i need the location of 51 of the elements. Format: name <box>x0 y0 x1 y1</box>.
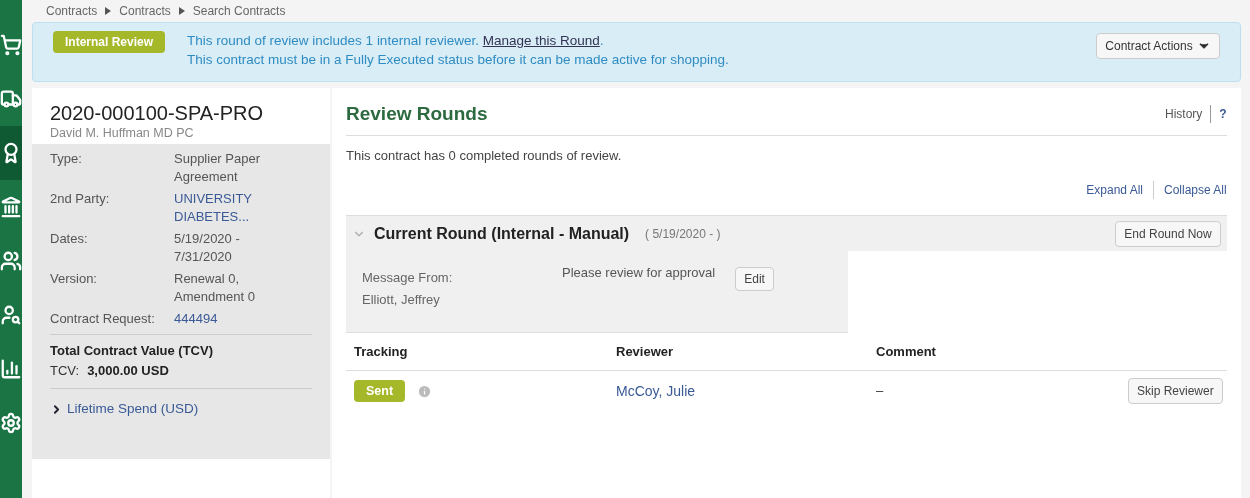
settings-icon <box>0 412 22 434</box>
round-title: Current Round (Internal - Manual) <box>374 223 630 244</box>
section-title: Review Rounds <box>346 102 489 126</box>
field-value: Renewal 0, Amendment 0 <box>174 270 256 306</box>
bank-icon <box>0 196 22 218</box>
skip-reviewer-button[interactable]: Skip Reviewer <box>1128 378 1223 404</box>
manage-round-link[interactable]: Manage this Round <box>482 33 600 48</box>
supplier-name: David M. Huffman MD PC <box>50 125 195 142</box>
table-cell-text: – <box>875 382 885 401</box>
column-header: Tracking <box>353 342 409 361</box>
status-badge: Sent <box>354 379 406 403</box>
field-label: Type: <box>50 150 83 168</box>
breadcrumb-link[interactable]: Contracts <box>119 2 171 20</box>
bar-chart-icon <box>0 358 22 380</box>
message-sender: Elliott, Jeffrey <box>362 291 441 309</box>
expand-all-link[interactable]: Expand All <box>1086 181 1154 199</box>
separator-icon <box>178 7 185 15</box>
help-link[interactable]: ? <box>1211 105 1227 124</box>
breadcrumb-link[interactable]: Search Contracts <box>192 2 286 20</box>
user-search-icon <box>0 304 22 326</box>
lifetime-spend-link[interactable]: Lifetime Spend (USD) <box>50 388 312 420</box>
field-link[interactable]: UNIVERSITY DIABETES... <box>174 190 294 226</box>
breadcrumb-link[interactable]: Contracts <box>46 2 98 20</box>
banner-text: This round of review includes 1 internal reviewer. Manage this Round. <box>187 32 605 50</box>
round-dates: ( 5/19/2020 - ) <box>645 225 722 243</box>
banner-text: This contract must be in a Fully Executed status before it can be made active for shopping. <box>187 51 730 69</box>
tcv-value: 3,000.00 USD <box>87 361 169 380</box>
field-label: 2nd Party: <box>50 190 111 208</box>
field-label: Contract Request: <box>50 310 156 328</box>
column-header: Reviewer <box>615 342 675 361</box>
reviewer-link[interactable]: McCoy, Julie <box>608 380 868 402</box>
field-link[interactable]: 444494 <box>174 310 294 328</box>
message-label: Message From: <box>362 269 454 287</box>
summary-text: This contract has 0 completed rounds of review. <box>346 146 623 165</box>
sidebar-item[interactable] <box>0 126 22 180</box>
field-value: 5/19/2020 - 7/31/2020 <box>174 230 241 266</box>
field-label: Version: <box>50 270 98 288</box>
tcv-title: Total Contract Value (TCV) <box>50 342 214 360</box>
collapse-all-link[interactable]: Collapse All <box>1154 181 1227 199</box>
status-badge: Internal Review <box>53 31 166 53</box>
end-round-button[interactable]: End Round Now <box>1115 220 1221 247</box>
tcv-label: TCV: <box>50 361 80 380</box>
history-link[interactable]: History <box>1165 105 1212 124</box>
field-label: Dates: <box>50 230 89 248</box>
contract-number: 2020-000100-SPA-PRO <box>50 102 265 124</box>
column-header: Comment <box>875 342 937 361</box>
contract-actions-button[interactable]: Contract Actions <box>1096 33 1220 59</box>
message-text: Please review for approval <box>562 264 716 282</box>
edit-button[interactable]: Edit <box>735 267 774 291</box>
field-value: Supplier Paper Agreement <box>174 150 261 186</box>
separator-icon <box>105 7 112 15</box>
